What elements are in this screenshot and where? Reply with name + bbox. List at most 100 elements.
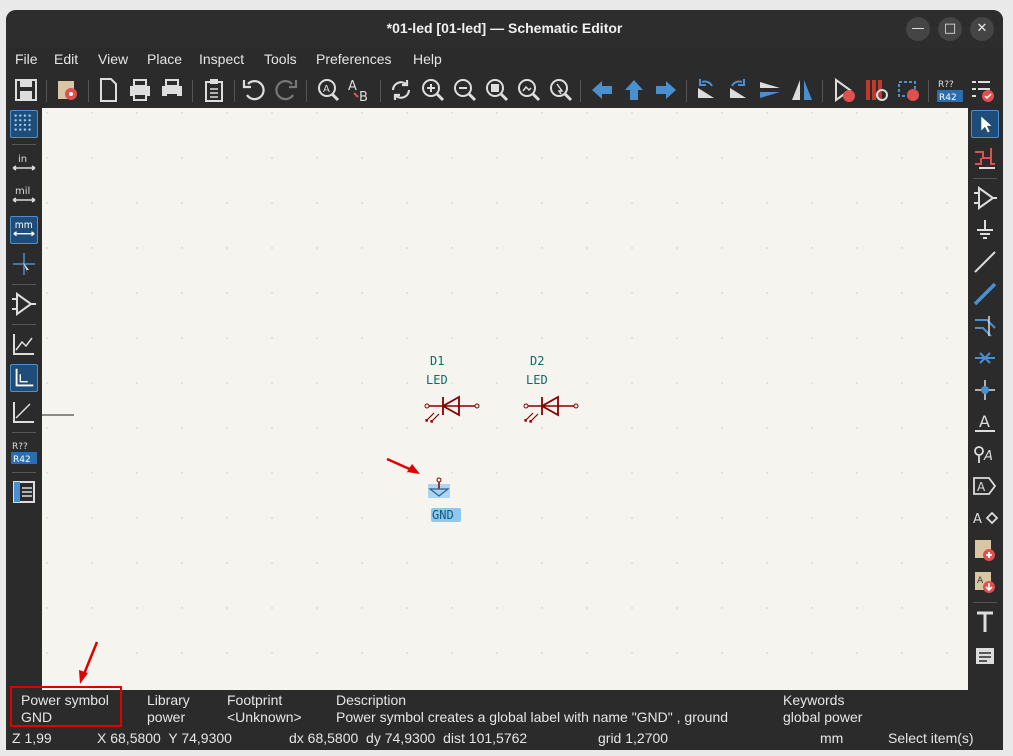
toolbar-separator xyxy=(306,80,307,102)
plot-icon[interactable] xyxy=(158,76,186,104)
local-ratsnest-icon[interactable] xyxy=(971,144,999,172)
gnd-value: GND xyxy=(432,508,454,522)
add-wire-icon[interactable] xyxy=(971,248,999,276)
menu-place[interactable]: Place xyxy=(147,51,182,67)
zoom-selection-icon[interactable] xyxy=(547,76,575,104)
redo-icon[interactable] xyxy=(272,76,300,104)
add-global-label-icon[interactable]: A xyxy=(971,472,999,500)
toolbar-separator xyxy=(686,80,687,102)
toolbar-separator xyxy=(380,80,381,102)
annotation-arrow-status xyxy=(79,641,99,684)
mirror-vertical-icon[interactable] xyxy=(756,76,784,104)
add-hier-label-icon[interactable]: A xyxy=(971,504,999,532)
main-toolbar: A AB R?? R42 xyxy=(6,72,1003,108)
annotate-icon[interactable]: R?? R42 xyxy=(936,76,964,104)
print-icon[interactable] xyxy=(126,76,154,104)
menu-preferences[interactable]: Preferences xyxy=(316,51,391,67)
navigate-up-icon[interactable] xyxy=(620,76,648,104)
navigate-back-icon[interactable] xyxy=(588,76,616,104)
rotate-cw-icon[interactable] xyxy=(724,76,752,104)
maximize-button[interactable]: □ xyxy=(938,17,962,41)
add-label-icon[interactable]: A xyxy=(971,408,999,436)
hidden-pins-icon[interactable] xyxy=(10,290,38,318)
menu-inspect[interactable]: Inspect xyxy=(199,51,244,67)
msg-library-header: Library xyxy=(147,692,190,708)
footprint-editor-icon[interactable] xyxy=(894,76,922,104)
rotate-ccw-icon[interactable] xyxy=(692,76,720,104)
toolbar-separator xyxy=(234,80,235,102)
schematic-canvas[interactable]: D1 LED D2 LED GND xyxy=(42,108,968,690)
schematic-setup-icon[interactable] xyxy=(54,76,82,104)
status-units: mm xyxy=(820,730,844,746)
zoom-objects-icon[interactable] xyxy=(515,76,543,104)
svg-text:A: A xyxy=(979,412,990,431)
toolbar-separator xyxy=(12,144,36,145)
find-replace-icon[interactable]: AB xyxy=(346,76,374,104)
select-tool-icon[interactable] xyxy=(971,110,999,138)
annotate-icon[interactable]: R?? R42 xyxy=(10,438,38,466)
window-title: *01-led [01-led] — Schematic Editor xyxy=(386,20,623,36)
d2-value: LED xyxy=(526,373,548,387)
page-settings-icon[interactable] xyxy=(94,76,122,104)
status-bar: Z 1,99 X 68,5800 Y 74,9300 dx 68,5800 dy… xyxy=(6,730,1003,750)
toolbar-separator xyxy=(88,80,89,102)
svg-text:A: A xyxy=(977,576,984,586)
menu-tools[interactable]: Tools xyxy=(264,51,297,67)
navigate-forward-icon[interactable] xyxy=(652,76,680,104)
refresh-icon[interactable] xyxy=(387,76,415,104)
status-zoom: Z 1,99 xyxy=(12,730,52,746)
undo-icon[interactable] xyxy=(240,76,268,104)
annotate-bottom-label: R42 xyxy=(939,93,957,103)
menu-help[interactable]: Help xyxy=(413,51,442,67)
annotate-bottom-label: R42 xyxy=(13,455,31,465)
line-mode-free-icon[interactable] xyxy=(10,330,38,358)
mirror-horizontal-icon[interactable] xyxy=(788,76,816,104)
status-mode: Select item(s) xyxy=(888,730,974,746)
units-mm-label: mm xyxy=(15,220,33,231)
erc-icon[interactable] xyxy=(968,76,996,104)
close-button[interactable]: ✕ xyxy=(970,17,994,41)
menu-edit[interactable]: Edit xyxy=(54,51,78,67)
find-icon[interactable]: A xyxy=(314,76,342,104)
msg-col-library: Library power xyxy=(147,692,190,726)
toolbar-separator xyxy=(973,178,997,179)
add-no-connect-icon[interactable] xyxy=(971,344,999,372)
menu-view[interactable]: View xyxy=(98,51,128,67)
symbol-browser-icon[interactable] xyxy=(862,76,890,104)
hierarchy-navigator-icon[interactable] xyxy=(10,478,38,506)
zoom-in-icon[interactable] xyxy=(419,76,447,104)
save-icon[interactable] xyxy=(12,76,40,104)
add-symbol-icon[interactable] xyxy=(971,184,999,212)
units-mm-icon[interactable]: mm xyxy=(10,216,38,244)
units-mils-icon[interactable]: mil xyxy=(10,182,38,210)
add-text-icon[interactable] xyxy=(971,608,999,636)
menu-file[interactable]: File xyxy=(15,51,38,67)
add-sheet-icon[interactable] xyxy=(971,536,999,564)
cursor-crosshair-icon[interactable] xyxy=(10,250,38,278)
line-mode-90-icon[interactable] xyxy=(10,364,38,392)
import-sheet-pin-icon[interactable]: A xyxy=(971,568,999,596)
symbol-editor-icon[interactable] xyxy=(830,76,858,104)
grid-dots xyxy=(42,108,968,690)
zoom-fit-icon[interactable] xyxy=(483,76,511,104)
grid-toggle-icon[interactable] xyxy=(10,110,38,138)
add-junction-icon[interactable] xyxy=(971,376,999,404)
add-bus-entry-icon[interactable] xyxy=(971,312,999,340)
msg-footprint-value: <Unknown> xyxy=(227,709,302,725)
line-mode-45-icon[interactable] xyxy=(10,398,38,426)
msg-col-keywords: Keywords global power xyxy=(783,692,862,726)
add-net-class-icon[interactable]: A xyxy=(971,440,999,468)
zoom-out-icon[interactable] xyxy=(451,76,479,104)
units-inches-icon[interactable]: in xyxy=(10,150,38,178)
toolbar-separator xyxy=(12,432,36,433)
msg-footprint-header: Footprint xyxy=(227,692,283,708)
toolbar-separator xyxy=(12,284,36,285)
msg-keywords-header: Keywords xyxy=(783,692,845,708)
annotate-top-label: R?? xyxy=(938,80,954,90)
toolbar-separator xyxy=(928,80,929,102)
paste-icon[interactable] xyxy=(200,76,228,104)
add-bus-icon[interactable] xyxy=(971,280,999,308)
add-textbox-icon[interactable] xyxy=(971,642,999,670)
add-power-icon[interactable] xyxy=(971,216,999,244)
minimize-button[interactable]: — xyxy=(906,17,930,41)
